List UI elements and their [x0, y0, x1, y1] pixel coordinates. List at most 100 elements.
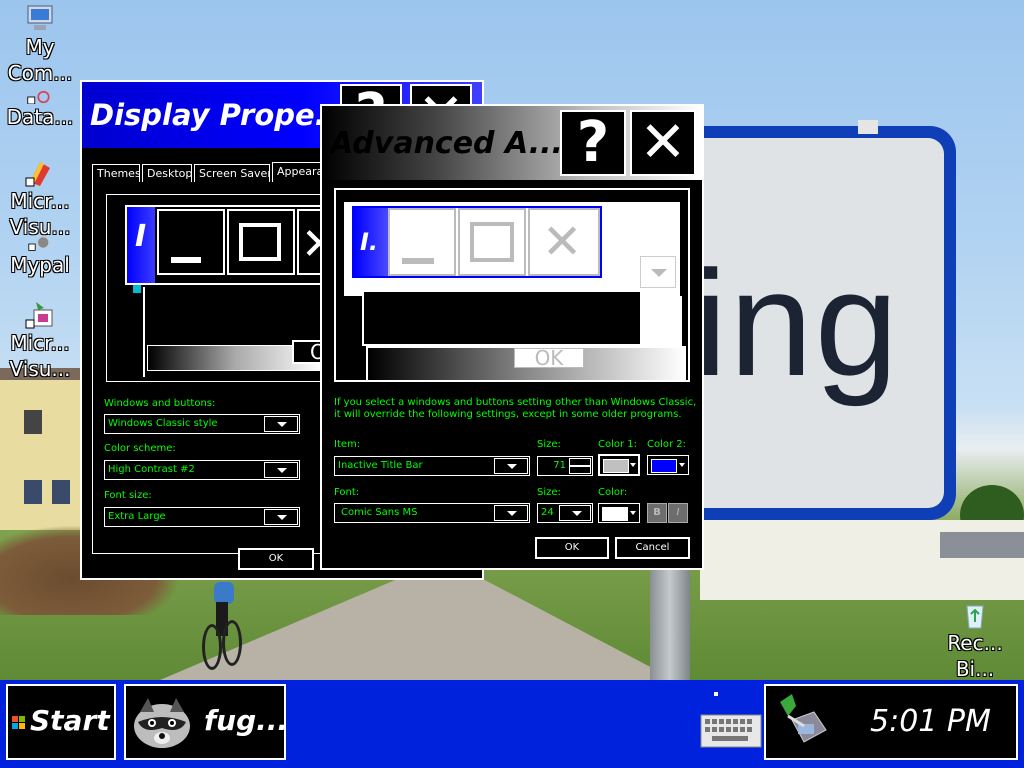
tab-themes[interactable]: Themes [92, 164, 140, 182]
select-value: Windows Classic style [108, 418, 218, 429]
windows-and-buttons-select[interactable]: Windows Classic style [104, 414, 300, 434]
desktop-icon-label: Com... [7, 61, 73, 85]
color-scheme-select[interactable]: High Contrast #2 [104, 460, 300, 480]
font-color-picker[interactable] [598, 503, 640, 523]
desktop-icon-label: Rec... [947, 631, 1003, 655]
desktop-icon-label: Data... [6, 105, 74, 129]
preview-minimize-button [388, 208, 456, 276]
visual-studio-icon [25, 162, 50, 187]
select-value: High Contrast #2 [108, 464, 195, 475]
chevron-down-icon[interactable] [264, 509, 298, 525]
appearance-preview: I ✕ O [106, 194, 335, 382]
desktop-icon-my-computer[interactable]: My Com... [0, 4, 80, 86]
advanced-preview: I. ✕ OK [334, 188, 690, 382]
select-value: Inactive Title Bar [338, 460, 423, 471]
road [160, 580, 676, 680]
building-roof [940, 532, 1024, 558]
font-size-label: Size: [537, 487, 561, 498]
color1-label: Color 1: [598, 439, 638, 450]
network-icon[interactable] [774, 690, 830, 750]
help-button[interactable]: ? [560, 110, 626, 176]
advanced-cancel-button[interactable]: Cancel [615, 537, 690, 559]
preview-maximize-button [227, 209, 295, 275]
preview-inactive-window: I. ✕ [352, 206, 602, 278]
preview-ok-label: OK [534, 346, 564, 370]
clock[interactable]: 5:01 PM [870, 704, 991, 739]
tray-dot [714, 692, 718, 696]
font-color-label: Color: [598, 487, 628, 498]
font-size-select[interactable]: Extra Large [104, 507, 300, 527]
raccoon-icon [134, 698, 190, 748]
preview-ok-button: OK [514, 348, 584, 368]
spin-down-button[interactable] [569, 466, 591, 474]
desktop-icon-recycle-bin[interactable]: Rec... Bi... [932, 600, 1018, 680]
chevron-down-icon[interactable] [494, 505, 528, 521]
desktop-icon-visual-studio-2[interactable]: Micr... Visu... [0, 300, 80, 382]
preview-message-box: OK [366, 346, 686, 380]
keyboard-icon[interactable] [700, 714, 762, 748]
windows-and-buttons-label: Windows and buttons: [104, 398, 216, 409]
item-select[interactable]: Inactive Title Bar [334, 456, 530, 476]
preview-message-box: O [147, 340, 326, 371]
chevron-down-icon [651, 269, 667, 277]
color1-picker[interactable] [598, 454, 640, 476]
preview-selection-handle [133, 285, 141, 293]
visual-studio-icon [25, 302, 53, 329]
desktop-icon-label: Micr... [10, 189, 70, 213]
preview-window: I ✕ [125, 205, 335, 285]
advanced-ok-button[interactable]: OK [535, 537, 609, 559]
select-value: Extra Large [108, 511, 166, 522]
gear-icon [28, 236, 50, 251]
minimize-icon [402, 258, 434, 264]
desktop-icon-label: Visu... [9, 357, 71, 381]
color2-picker[interactable] [647, 455, 689, 475]
size-spinner[interactable]: 71 [537, 456, 593, 476]
desktop-icon-data[interactable]: Data... [0, 90, 80, 130]
chevron-down-icon[interactable] [264, 416, 298, 432]
font-size-select[interactable]: 24 [537, 503, 593, 523]
bold-button[interactable]: B [647, 503, 667, 523]
spinner-value: 71 [553, 460, 566, 471]
window-title: Advanced A... [330, 125, 560, 161]
desktop-icon-label: My [25, 35, 55, 59]
italic-button[interactable]: I [668, 503, 688, 523]
windows-logo-icon [12, 716, 25, 729]
item-label: Item: [334, 439, 361, 450]
desktop-icon-mypal[interactable]: Mypal [0, 236, 80, 278]
tab-desktop[interactable]: Desktop [142, 164, 192, 182]
taskbar-button-fug[interactable]: fug... [124, 684, 288, 760]
info-text: it will override the following settings,… [334, 409, 682, 420]
preview-close-button: ✕ [528, 208, 600, 276]
tab-screen-saver[interactable]: Screen Saver [194, 164, 270, 182]
select-value: 24 [541, 507, 554, 518]
color2-swatch [651, 459, 677, 473]
close-button[interactable]: ✕ [630, 110, 696, 176]
maximize-icon [470, 222, 514, 262]
maximize-icon [239, 223, 281, 261]
chevron-down-icon[interactable] [559, 505, 591, 521]
chevron-down-icon [630, 463, 636, 467]
info-text: If you select a windows and buttons sett… [334, 397, 697, 408]
spin-up-button[interactable] [569, 458, 591, 466]
recycle-bin-icon [966, 605, 984, 629]
font-size-label: Font size: [104, 490, 152, 501]
preview-title-glyph: I. [360, 228, 379, 256]
font-color-swatch [602, 507, 628, 521]
font-label: Font: [334, 487, 360, 498]
font-select[interactable]: Comic Sans MS [334, 503, 530, 523]
preview-maximize-button [458, 208, 526, 276]
system-tray: 5:01 PM [764, 684, 1018, 760]
chevron-down-icon[interactable] [494, 458, 528, 474]
desktop-icon-recycle-bin-clip: Rec... Bi... [932, 598, 1024, 680]
start-button[interactable]: Start [6, 684, 116, 760]
close-icon: ✕ [639, 110, 687, 175]
ok-button[interactable]: OK [238, 548, 314, 570]
color1-swatch [603, 459, 629, 473]
desktop-icon-label: Mypal [10, 253, 70, 277]
desktop-icon-visual-studio[interactable]: Micr... Visu... [0, 158, 80, 240]
sign-bracket [858, 120, 878, 134]
tab-appearance[interactable]: Appearance [272, 162, 322, 182]
start-label: Start [30, 704, 110, 737]
preview-title-glyph: I [135, 219, 147, 254]
chevron-down-icon[interactable] [264, 462, 298, 478]
